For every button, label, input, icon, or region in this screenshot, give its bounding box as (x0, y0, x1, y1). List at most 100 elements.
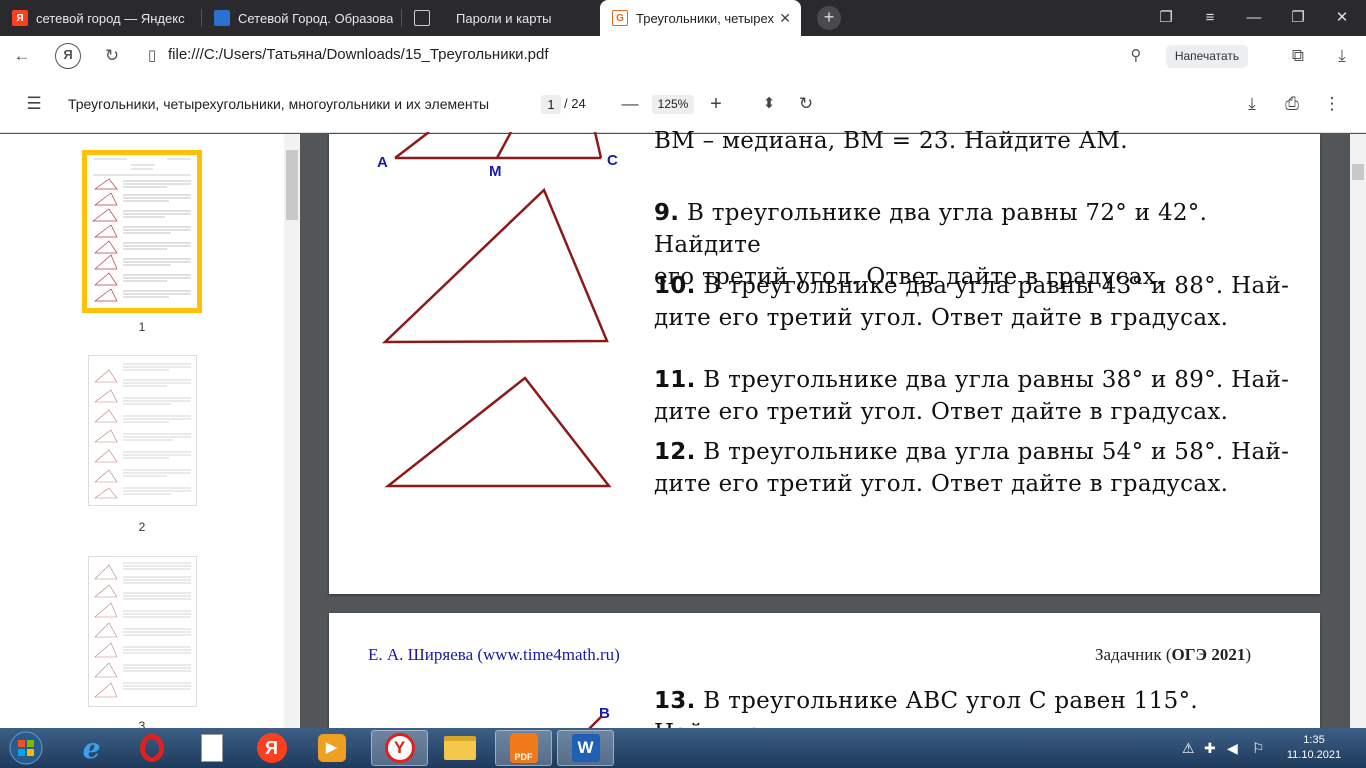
vertex-label-a: A (377, 154, 388, 171)
new-tab-button[interactable]: + (817, 6, 841, 30)
problem-text: В треугольнике два угла равны 54° и 58°.… (695, 439, 1290, 465)
triangle-figures (381, 132, 612, 488)
document-scrollbar[interactable] (1350, 134, 1366, 728)
page-number-input[interactable]: 1 (541, 95, 561, 114)
thumbnail-number: 2 (138, 520, 146, 534)
thumbnail-number: 1 (138, 320, 146, 334)
tab-yandex-search[interactable]: Я сетевой город — Яндекс (0, 0, 200, 36)
print-page-button[interactable]: Напечатать (1166, 45, 1248, 68)
notepad-icon[interactable] (183, 730, 240, 766)
download-icon[interactable]: ⤓ (1240, 92, 1264, 116)
url-input[interactable]: file:///C:/Users/Татьяна/Downloads/15_Тр… (168, 46, 549, 63)
media-icon[interactable]: ▶ (303, 730, 360, 766)
minimize-button[interactable]: — (1234, 0, 1274, 36)
header-text: ) (1245, 645, 1251, 664)
downloads-icon[interactable]: ⤓ (1330, 44, 1354, 68)
tab-manager-icon[interactable]: ❐ (1146, 0, 1186, 36)
page-total: / 24 (564, 96, 586, 111)
page-thumbnail-3[interactable] (88, 556, 197, 707)
pdf-icon: G (612, 10, 628, 26)
page-thumbnail-1[interactable] (82, 150, 202, 313)
header-text: Задачник ( (1095, 645, 1172, 664)
print-icon[interactable]: ⎙ (1280, 92, 1304, 116)
pdf-app-icon[interactable]: PDF (495, 730, 552, 766)
tab-strip: Я сетевой город — Яндекс Сетевой Город. … (0, 0, 1366, 36)
zoom-in-button[interactable]: + (704, 92, 728, 116)
explorer-icon[interactable] (431, 730, 488, 766)
document-title: Треугольники, четырехугольники, многоуго… (68, 96, 490, 112)
triangle-figure-9 (381, 187, 609, 344)
problem-11: 11. В треугольнике два угла равны 38° и … (654, 364, 1294, 428)
vertex-label-m: M (489, 163, 502, 180)
yandex-icon: Я (12, 10, 28, 26)
file-icon: ▯ (147, 47, 157, 64)
volume-icon[interactable]: ◀ (1227, 740, 1238, 757)
problem-text: В треугольнике два угла равны 38° и 89°.… (695, 367, 1290, 393)
pdf-page-2: Е. А. Ширяева (www.time4math.ru) Задачни… (329, 613, 1320, 728)
problem-text: В треугольнике два угла равны 43° и 88°.… (695, 273, 1290, 299)
address-bar: ← Я ↻ ▯ file:///C:/Users/Татьяна/Downloa… (0, 36, 1366, 76)
triangle-abc-side (394, 132, 430, 159)
start-button[interactable] (4, 729, 48, 767)
page-thumbnail-2[interactable] (88, 355, 197, 506)
word-icon[interactable]: W (557, 730, 614, 766)
back-icon[interactable]: ← (10, 44, 34, 68)
fit-page-icon[interactable]: ⬍ (757, 92, 781, 116)
ie-icon[interactable]: e (63, 730, 120, 766)
sidebar-scrollbar-thumb[interactable] (286, 150, 298, 220)
page-header-author: Е. А. Ширяева (www.time4math.ru) (368, 645, 620, 664)
clock-time: 1:35 (1303, 734, 1325, 746)
problem-number: 11. (654, 367, 696, 393)
update-icon[interactable]: ✚ (1204, 740, 1216, 757)
site-icon (214, 10, 230, 26)
problem-text: дите его третий угол. Ответ дайте в град… (654, 399, 1229, 425)
reload-icon[interactable]: ↻ (100, 44, 124, 68)
triangle-abc-side (593, 132, 603, 159)
network-icon[interactable]: ⚠ (1182, 740, 1195, 757)
sidebar-scrollbar[interactable] (284, 134, 300, 728)
problem-13: 13. В треугольнике АВС угол С равен 115°… (654, 685, 1294, 728)
zoom-out-button[interactable]: — (618, 92, 642, 116)
document-scrollbar-thumb[interactable] (1352, 164, 1364, 180)
thumbnail-preview (94, 363, 191, 499)
pdf-page-1: A M C ВМ – медиана, ВМ = 23. Найдите АМ.… (329, 128, 1320, 594)
tab-passwords[interactable]: Пароли и карты (402, 0, 598, 36)
windows-logo-icon (9, 731, 43, 765)
problem-text: В треугольнике АВС угол С равен 115°. На… (654, 688, 1198, 728)
tab-label: Сетевой Город. Образова (238, 10, 394, 26)
notification-icon[interactable]: ⚐ (1252, 740, 1265, 757)
problem-8-continuation: ВМ – медиана, ВМ = 23. Найдите АМ. (654, 128, 1128, 154)
yandex-icon[interactable]: Я (243, 730, 300, 766)
thumbnail-preview (91, 158, 191, 302)
windows-taskbar: e Я ▶ Y PDF W ⚠ ✚ ◀ ⚐ 1:35 11.10.2021 (0, 728, 1366, 768)
tab-setevoy-gorod[interactable]: Сетевой Город. Образова (202, 0, 400, 36)
maximize-button[interactable]: ❐ (1278, 0, 1318, 36)
opera-icon[interactable] (123, 730, 180, 766)
zoom-level-input[interactable]: 125% (652, 95, 694, 114)
menu-icon[interactable]: ≡ (1190, 0, 1230, 36)
problem-number: 13. (654, 688, 696, 714)
tab-pdf-active[interactable]: G Треугольники, четырех ✕ (600, 0, 801, 36)
problem-number: 10. (654, 273, 696, 299)
rotate-icon[interactable]: ↻ (794, 92, 818, 116)
tab-label: сетевой город — Яндекс (36, 10, 185, 26)
median-bm (495, 132, 513, 159)
problem-text: В треугольнике два угла равны 72° и 42°.… (654, 200, 1208, 258)
clock-date: 11.10.2021 (1286, 749, 1342, 761)
tab-label: Пароли и карты (456, 10, 552, 26)
more-options-icon[interactable]: ⋮ (1320, 92, 1344, 116)
problem-10: 10. В треугольнике два угла равны 43° и … (654, 270, 1294, 334)
thumbnail-preview (94, 562, 191, 698)
zoom-icon[interactable]: ⚲ (1124, 44, 1148, 68)
problem-number: 9. (654, 200, 680, 226)
yandex-icon[interactable]: Я (55, 43, 81, 69)
problem-text: дите его третий угол. Ответ дайте в град… (654, 471, 1229, 497)
close-tab-icon[interactable]: ✕ (779, 10, 791, 27)
system-clock[interactable]: 1:35 11.10.2021 (1286, 733, 1342, 763)
bookmarks-icon[interactable]: ⧉ (1286, 44, 1310, 68)
close-window-button[interactable]: ✕ (1322, 0, 1362, 36)
sidebar-menu-icon[interactable]: ☰ (22, 92, 46, 116)
yandex-browser-icon[interactable]: Y (371, 730, 428, 766)
problem-12: 12. В треугольнике два угла равны 54° и … (654, 436, 1294, 500)
page-header-book: Задачник (ОГЭ 2021) (1095, 645, 1251, 665)
